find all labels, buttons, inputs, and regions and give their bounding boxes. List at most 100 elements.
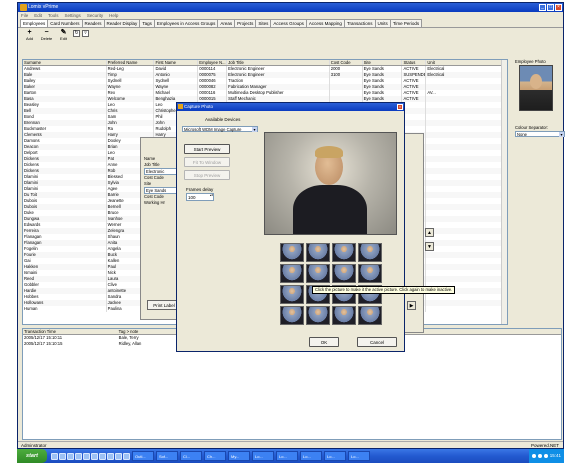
column-header[interactable]: Status xyxy=(402,60,427,65)
job-title-field[interactable]: Electronic xyxy=(144,168,178,175)
quick-launch-icon[interactable] xyxy=(51,452,58,460)
minimize-icon[interactable]: _ xyxy=(539,4,546,11)
thumbnail-photo[interactable] xyxy=(306,306,330,325)
maximize-icon[interactable]: □ xyxy=(547,4,554,11)
menu-edit[interactable]: Edit xyxy=(34,12,42,19)
title-bar[interactable]: Lomix vPrime _ □ × xyxy=(18,3,563,12)
thumbnail-photo[interactable] xyxy=(332,306,356,325)
column-header[interactable]: Surname xyxy=(23,60,107,65)
thumbnail-photo[interactable] xyxy=(332,243,356,262)
status-brand: Powered.NET xyxy=(530,443,559,448)
arrow-up-icon[interactable]: ▲ xyxy=(425,228,434,237)
add-button[interactable]: + Add xyxy=(22,29,37,42)
column-header[interactable]: Employee N... xyxy=(198,60,228,65)
taskbar-task-button[interactable]: Ch... xyxy=(204,451,226,461)
tab-areas[interactable]: Areas xyxy=(217,19,236,27)
tray-icon[interactable] xyxy=(537,454,542,458)
thumbnail-photo[interactable] xyxy=(280,285,304,304)
taskbar-task-button[interactable]: Lo... xyxy=(348,451,370,461)
close-icon[interactable]: × xyxy=(555,4,562,11)
quick-launch-icon[interactable] xyxy=(83,452,90,460)
menu-settings[interactable]: Settings xyxy=(65,12,81,19)
table-cell xyxy=(426,306,507,312)
arrow-right-icon[interactable]: ▶ xyxy=(407,301,416,310)
thumbnail-photo[interactable] xyxy=(280,306,304,325)
column-header[interactable]: Cost Code xyxy=(330,60,363,65)
quick-launch-icon[interactable] xyxy=(107,452,114,460)
thumbnail-photo[interactable] xyxy=(358,306,382,325)
start-button[interactable]: start xyxy=(17,449,47,463)
filter-icon[interactable]: ▿ xyxy=(82,30,89,37)
dialog-title-bar[interactable]: Capture Photo × xyxy=(177,103,404,111)
delete-button[interactable]: − Delete xyxy=(39,29,54,42)
menu-security[interactable]: Security xyxy=(87,12,103,19)
tab-transactions[interactable]: Transactions xyxy=(343,19,376,27)
tab-units[interactable]: Units xyxy=(374,19,391,27)
taskbar-task-button[interactable]: Lo... xyxy=(324,451,346,461)
ok-button[interactable]: OK xyxy=(309,337,339,347)
thumbnail-photo[interactable] xyxy=(358,243,382,262)
captured-thumbnails xyxy=(280,243,382,325)
arrow-down-icon[interactable]: ▼ xyxy=(425,242,434,251)
menu-file[interactable]: File xyxy=(21,12,28,19)
frames-delay-input[interactable]: 100 xyxy=(186,193,214,201)
thumbnail-photo[interactable] xyxy=(280,264,304,283)
tab-access-mapping[interactable]: Access Mapping xyxy=(305,19,345,27)
quick-launch-icon[interactable] xyxy=(115,452,122,460)
stop-preview-button[interactable]: Stop Preview xyxy=(184,170,230,180)
device-select[interactable]: Microsoft WDM Image Capture xyxy=(182,126,258,132)
tab-strip: Employees Card Numbers Readers Reader Displ… xyxy=(18,19,563,28)
thumbnail-photo[interactable] xyxy=(280,243,304,262)
thumbnail-photo[interactable] xyxy=(332,264,356,283)
taskbar-task-button[interactable]: Lo... xyxy=(276,451,298,461)
tab-employees[interactable]: Employees xyxy=(20,19,49,27)
tray-icon[interactable] xyxy=(543,454,548,458)
tab-projects[interactable]: Projects xyxy=(234,19,257,27)
quick-launch-icon[interactable] xyxy=(67,452,74,460)
column-header[interactable]: Site xyxy=(363,60,403,65)
employee-grid-scrollbar[interactable] xyxy=(501,60,507,324)
start-preview-button[interactable]: Start Preview xyxy=(184,144,230,154)
dialog-close-icon[interactable]: × xyxy=(397,104,403,110)
menu-help[interactable]: Help xyxy=(109,12,118,19)
taskbar-task-button[interactable]: Sof... xyxy=(156,451,178,461)
taskbar-tasks: Outl... Sof... Cl... Ch... My... Lo... Lo... Lo… xyxy=(130,451,370,461)
tab-sites[interactable]: Sites xyxy=(255,19,272,27)
quick-launch-icon[interactable] xyxy=(99,452,106,460)
taskbar-task-button[interactable]: Outl... xyxy=(132,451,154,461)
quick-launch-icon[interactable] xyxy=(123,452,130,460)
tab-readers[interactable]: Readers xyxy=(81,19,105,27)
tab-employees-in-access-groups[interactable]: Employees in Access Groups xyxy=(153,19,219,27)
tab-access-groups[interactable]: Access Groups xyxy=(270,19,307,27)
table-cell: 2005/12/17 15:10:15 xyxy=(24,341,63,346)
tab-card-numbers[interactable]: Card Numbers xyxy=(47,19,83,27)
thumbnail-photo[interactable] xyxy=(306,264,330,283)
taskbar-task-button[interactable]: Cl... xyxy=(180,451,202,461)
clock: 15:41 xyxy=(549,453,561,458)
refresh-icon[interactable]: ↻ xyxy=(73,30,80,37)
column-header[interactable]: Job Title xyxy=(227,60,330,65)
column-header[interactable]: Unit xyxy=(426,60,507,65)
quick-launch-icon[interactable] xyxy=(59,452,66,460)
taskbar-task-button[interactable]: Lo... xyxy=(252,451,274,461)
taskbar-task-button[interactable]: My... xyxy=(228,451,250,461)
column-header[interactable]: Transaction Time xyxy=(23,329,118,334)
fit-to-window-button[interactable]: Fit To Window xyxy=(184,157,230,167)
column-header[interactable]: Preferred Name xyxy=(107,60,155,65)
tray-icon[interactable] xyxy=(531,454,536,458)
tab-time-periods[interactable]: Time Periods xyxy=(389,19,423,27)
cancel-button[interactable]: Cancel xyxy=(357,337,397,347)
quick-launch-icon[interactable] xyxy=(91,452,98,460)
colour-separator-select[interactable]: None xyxy=(515,131,565,137)
quick-launch-icon[interactable] xyxy=(75,452,82,460)
tab-tags[interactable]: Tags xyxy=(139,19,155,27)
thumbnail-photo[interactable] xyxy=(306,243,330,262)
thumbnail-photo[interactable] xyxy=(358,264,382,283)
tab-reader-display[interactable]: Reader Display xyxy=(103,19,141,27)
site-field[interactable]: Eye Sands xyxy=(144,187,178,194)
column-header[interactable]: First Name xyxy=(154,60,199,65)
taskbar-task-button[interactable]: Lo... xyxy=(300,451,322,461)
menu-tools[interactable]: Tools xyxy=(48,12,59,19)
minus-icon: − xyxy=(44,29,49,36)
edit-button[interactable]: ✎ Edit xyxy=(56,29,71,42)
